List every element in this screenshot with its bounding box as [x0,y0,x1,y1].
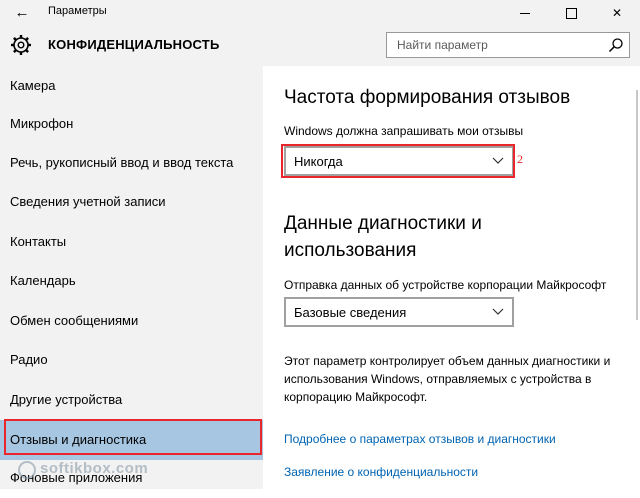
section-title: КОНФИДЕНЦИАЛЬНОСТЬ [48,37,220,52]
sidebar-item-label: Обмен сообщениями [10,313,139,328]
sidebar-item-label: Другие устройства [10,392,123,407]
sidebar-item-label: Речь, рукописный ввод и ввод текста [10,155,234,170]
sidebar-item-calendar[interactable]: Календарь [0,261,263,301]
sidebar-item-label: Сведения учетной записи [10,194,166,209]
highlight-box-feedback-select [281,144,515,178]
close-button[interactable]: ✕ [594,0,640,26]
sidebar-item-radio[interactable]: Радио [0,340,263,380]
feedback-frequency-label: Windows должна запрашивать мои отзывы [284,124,524,138]
search-box[interactable] [386,32,630,58]
description-line: корпорацию Майкрософт. [284,390,428,404]
scrollbar[interactable] [636,90,638,320]
diagnostics-data-value: Базовые сведения [294,305,407,320]
feedback-frequency-heading: Частота формирования отзывов [284,87,571,108]
diagnostics-data-select[interactable]: Базовые сведения [284,297,514,327]
watermark-text: softikbox.com [40,460,149,477]
close-icon: ✕ [611,6,623,20]
sidebar-item-label: Микрофон [10,116,74,131]
sidebar-item-account-info[interactable]: Сведения учетной записи [0,182,263,222]
sidebar-item-label: Контакты [10,234,67,249]
minimize-button[interactable] [502,0,548,26]
sidebar-item-label: Радио [10,352,48,367]
maximize-button[interactable] [548,0,594,26]
description-line: использования Windows, отправляемых с ус… [284,372,592,386]
chevron-down-icon [492,308,504,315]
sidebar-item-messaging[interactable]: Обмен сообщениями [0,301,263,341]
main-content: Частота формирования отзывов Windows дол… [263,66,640,489]
sidebar-item-camera[interactable]: Камера [0,66,263,106]
search-icon[interactable] [608,37,624,53]
settings-header: КОНФИДЕНЦИАЛЬНОСТЬ [0,26,640,66]
search-input[interactable] [387,33,617,57]
sidebar-item-contacts[interactable]: Контакты [0,222,263,262]
annotation-number-2: 2 [517,152,523,166]
arrow-left-icon: ← [14,4,30,21]
window-title: Параметры [48,5,107,17]
sidebar-item-label: Камера [10,78,56,93]
highlight-box-selected-item [4,419,262,455]
diagnostics-heading-line2: использования [284,240,417,261]
minimize-icon [520,12,530,14]
sidebar-item-label: Календарь [10,273,76,288]
sidebar-item-speech[interactable]: Речь, рукописный ввод и ввод текста [0,143,263,183]
description-line: Этот параметр контролирует объем данных … [284,354,611,368]
gear-icon [11,35,31,55]
diagnostics-heading-line1: Данные диагностики и [284,213,482,234]
maximize-icon [565,7,577,19]
sidebar-item-microphone[interactable]: Микрофон [0,104,263,144]
title-bar: ← Параметры ✕ [0,0,640,26]
diagnostics-description: Этот параметр контролирует объем данных … [284,352,624,406]
learn-more-link[interactable]: Подробнее о параметрах отзывов и диагнос… [284,432,556,446]
back-button[interactable]: ← [10,2,34,24]
sidebar-item-other-devices[interactable]: Другие устройства [0,380,263,420]
diagnostics-data-label: Отправка данных об устройстве корпорации… [284,278,607,292]
watermark-logo-icon [18,461,36,479]
privacy-statement-link[interactable]: Заявление о конфиденциальности [284,465,478,479]
